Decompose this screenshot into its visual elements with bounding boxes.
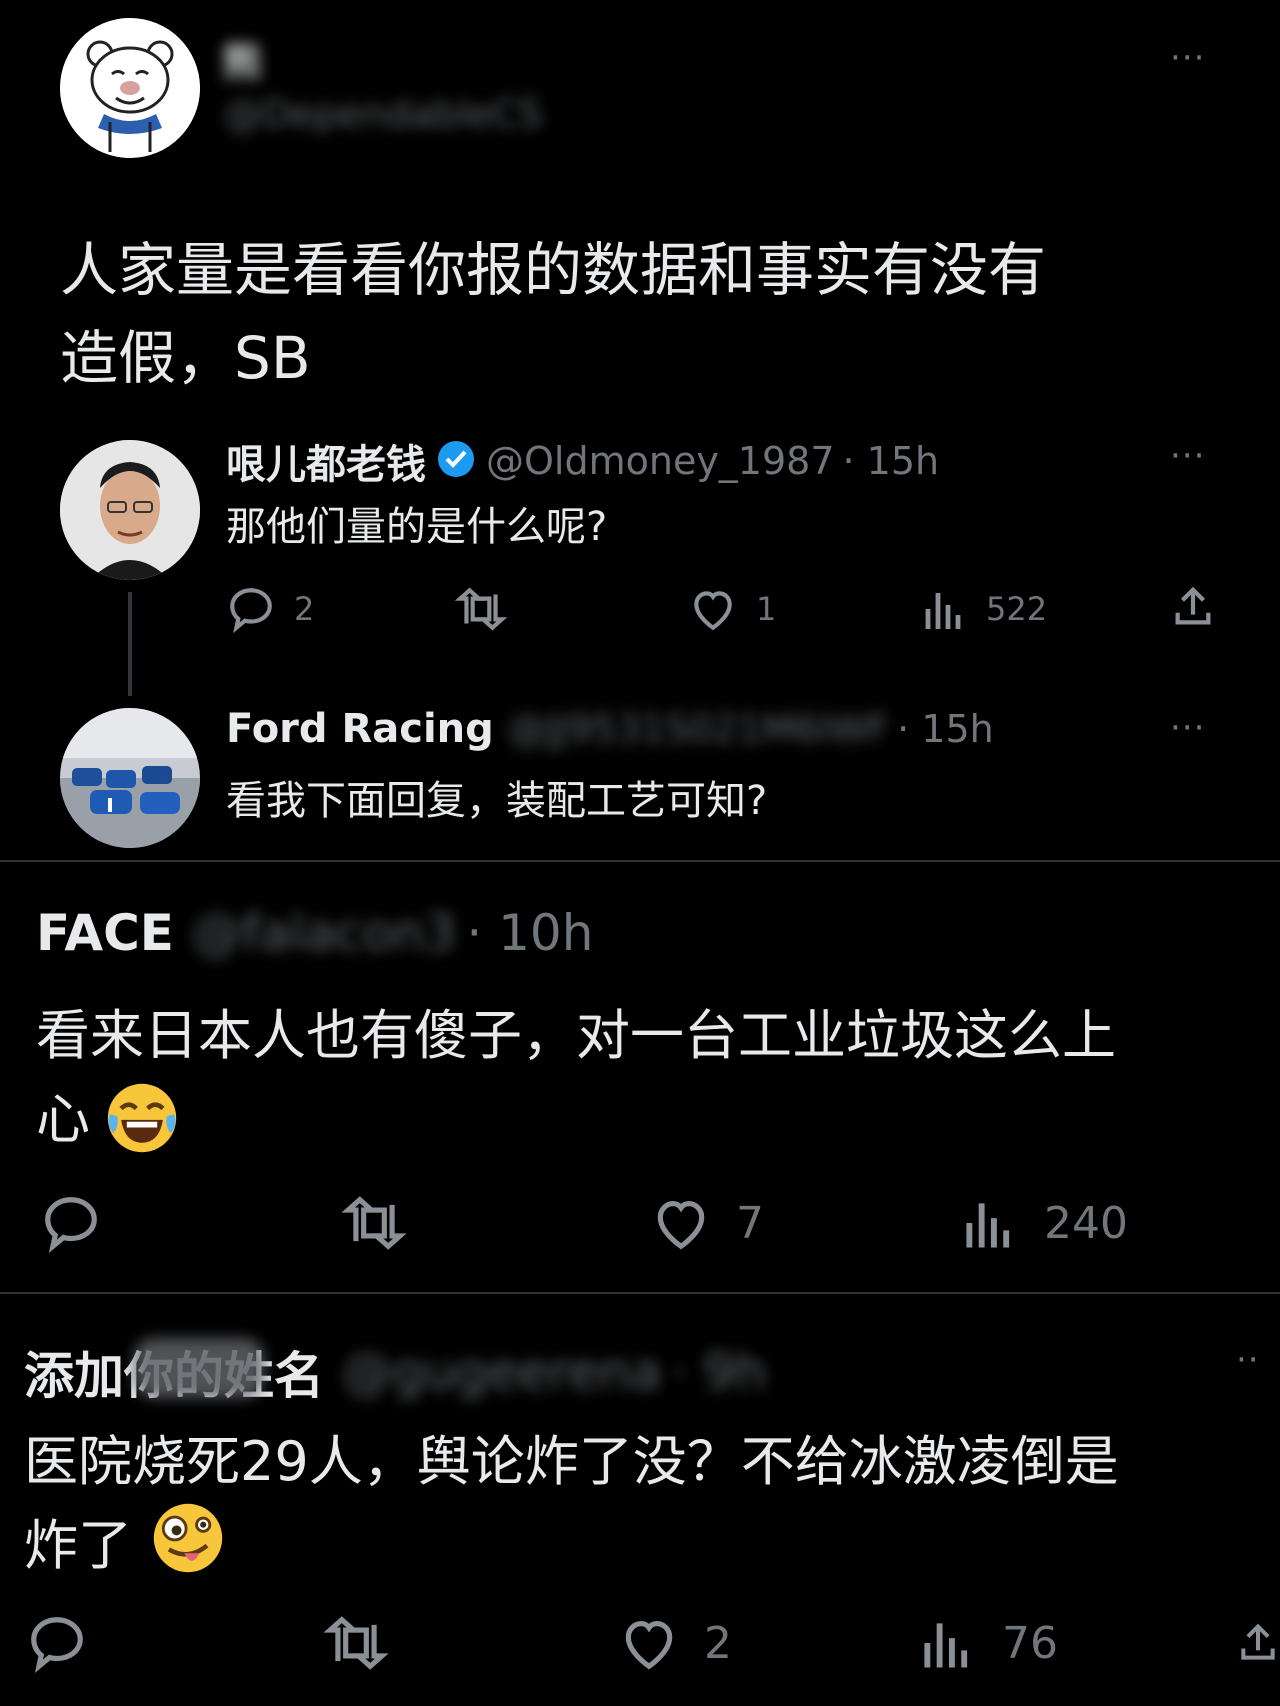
- share-icon: [1241, 1623, 1275, 1660]
- views-button[interactable]: 240: [962, 1192, 1128, 1254]
- retweet-button[interactable]: [454, 584, 508, 634]
- tweet-text-line-1: 医院烧死29人，舆论炸了没？不给冰激凌倒是: [24, 1430, 1119, 1493]
- timestamp[interactable]: · 10h: [466, 904, 593, 962]
- like-button[interactable]: 1: [688, 584, 776, 634]
- retweet-icon: [323, 1616, 389, 1670]
- author-name[interactable]: 熊: [222, 30, 262, 88]
- timestamp[interactable]: · 9h: [671, 1343, 766, 1401]
- like-icon: [694, 591, 732, 631]
- more-options-icon[interactable]: ···: [1170, 708, 1205, 748]
- views-icon: [925, 593, 961, 629]
- tweet-text: 看来日本人也有傻子，对一台工业垃圾这么上 心: [36, 994, 1276, 1162]
- avatar-bear[interactable]: [60, 18, 200, 158]
- retweet-button[interactable]: [340, 1192, 408, 1254]
- author-handle[interactable]: @falacon3: [192, 904, 456, 962]
- bear-avatar-image: [60, 18, 200, 158]
- views-button[interactable]: 76: [920, 1612, 1058, 1674]
- like-button[interactable]: 2: [618, 1612, 732, 1674]
- reply-button[interactable]: [40, 1192, 102, 1254]
- laughing-emoji-icon: [104, 1080, 180, 1160]
- name-scribble: [134, 1338, 264, 1398]
- tweet-text: 看我下面回复，装配工艺可知?: [226, 778, 768, 824]
- avatar-oldmoney[interactable]: [60, 440, 200, 580]
- author-name[interactable]: Ford Racing: [226, 706, 494, 752]
- views-button[interactable]: 522: [922, 584, 1047, 634]
- zany-face-emoji-icon: [150, 1500, 226, 1580]
- retweet-icon: [454, 587, 508, 631]
- views-count: 522: [986, 590, 1048, 628]
- tweet-text: 那他们量的是什么呢?: [226, 504, 608, 550]
- author-name[interactable]: FACE: [36, 904, 174, 962]
- divider: [0, 1292, 1280, 1294]
- views-icon: [924, 1623, 968, 1668]
- retweet-icon: [341, 1196, 407, 1250]
- share-button[interactable]: [1170, 582, 1216, 632]
- divider: [0, 860, 1280, 862]
- tweet-text-content: 看来日本人也有傻子，对一台工业垃圾这么上 心: [36, 1004, 1116, 1151]
- reply-icon: [45, 1197, 97, 1253]
- reply-button[interactable]: 2: [226, 584, 314, 634]
- avatar-ford-racing[interactable]: [60, 708, 200, 848]
- more-options-icon[interactable]: ··: [1236, 1340, 1260, 1380]
- verified-badge-icon: [436, 439, 476, 483]
- timestamp[interactable]: · 15h: [843, 439, 940, 483]
- views-count: 76: [1002, 1617, 1058, 1669]
- reply-button[interactable]: [26, 1612, 88, 1674]
- author-handle[interactable]: @DependableCS: [224, 92, 542, 136]
- retweet-button[interactable]: [322, 1612, 390, 1674]
- views-icon: [966, 1203, 1010, 1248]
- like-count: 1: [756, 590, 777, 628]
- thread-connector-line: [128, 592, 132, 696]
- share-button[interactable]: [1236, 1612, 1280, 1674]
- like-count: 7: [736, 1197, 764, 1249]
- like-icon: [657, 1201, 705, 1250]
- like-button[interactable]: 7: [650, 1192, 764, 1254]
- author-handle[interactable]: @gugeerena: [342, 1343, 661, 1401]
- author-name[interactable]: 哏儿都老钱: [226, 432, 426, 490]
- author-handle[interactable]: @JJ9531S021M6IWF: [508, 707, 889, 751]
- like-icon: [625, 1621, 673, 1670]
- man-portrait-image: [60, 440, 200, 580]
- author-name[interactable]: 添加你的姓名: [24, 1336, 324, 1408]
- more-options-icon[interactable]: ···: [1170, 38, 1205, 78]
- reply-count: 2: [294, 590, 315, 628]
- more-options-icon[interactable]: ···: [1170, 436, 1205, 476]
- reply-icon: [31, 1617, 83, 1673]
- reply-icon: [230, 588, 272, 634]
- like-count: 2: [704, 1617, 732, 1669]
- race-cars-image: [60, 708, 200, 848]
- share-icon: [1175, 586, 1211, 625]
- tweet-text: 人家量是看看你报的数据和事实有没有 造假，SB: [60, 236, 1047, 392]
- timestamp[interactable]: · 15h: [897, 707, 994, 751]
- author-handle[interactable]: @Oldmoney_1987: [486, 439, 835, 483]
- views-count: 240: [1044, 1197, 1128, 1249]
- tweet-text-line-2: 炸了: [24, 1514, 132, 1577]
